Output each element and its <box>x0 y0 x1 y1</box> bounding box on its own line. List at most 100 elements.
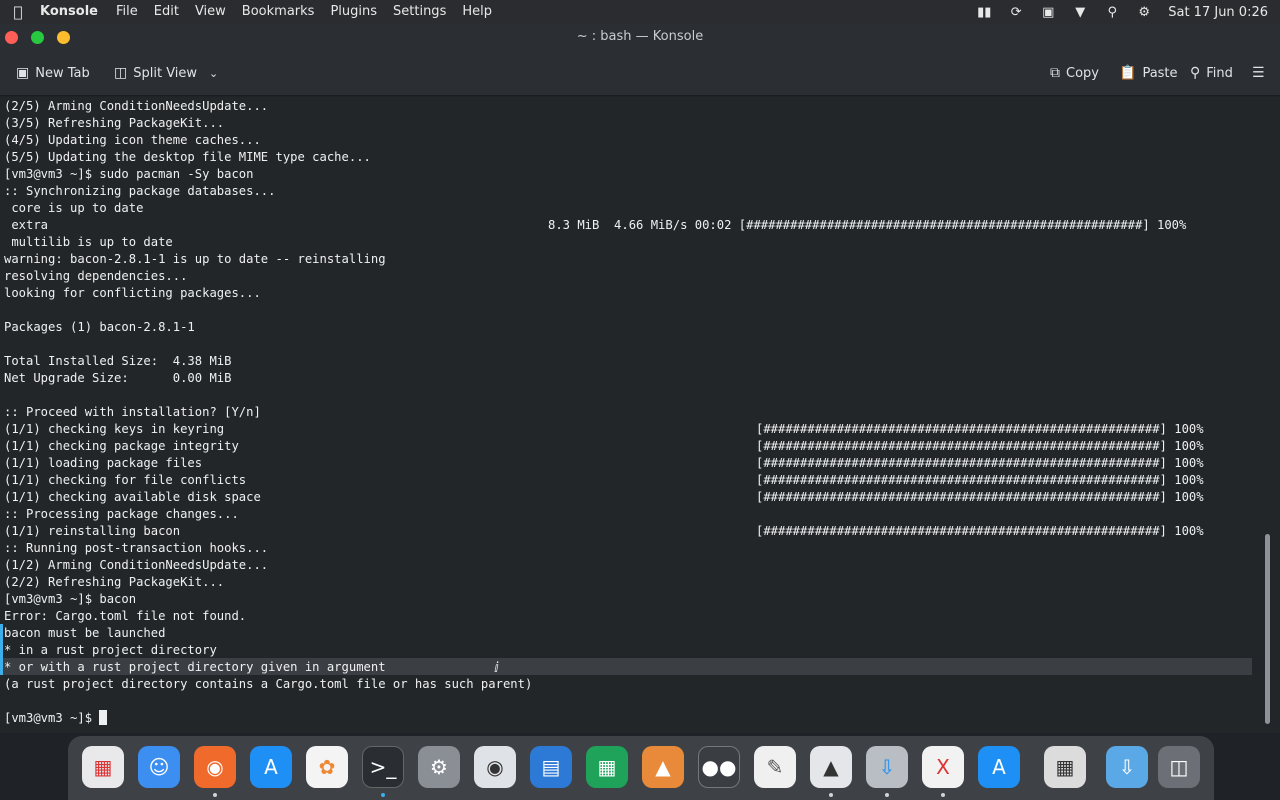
calc-spreadsheet-icon[interactable]: ▦ <box>586 746 628 788</box>
menu-help[interactable]: Help <box>454 0 500 24</box>
image-viewer-icon[interactable]: ▲ <box>642 746 684 788</box>
text-editor-icon[interactable]: ✎ <box>754 746 796 788</box>
menu-bookmarks[interactable]: Bookmarks <box>234 0 323 24</box>
progress-bar: [#######################################… <box>756 473 1204 487</box>
terminal-line: bacon must be launched <box>4 625 165 642</box>
system-settings-icon[interactable]: ⚙ <box>418 746 460 788</box>
search-icon: ⚲ <box>1190 65 1201 81</box>
terminal-line: resolving dependencies... <box>4 268 187 285</box>
finder-icon[interactable]: ☺ <box>138 746 180 788</box>
firefox-icon[interactable]: ◉ <box>194 746 236 788</box>
photos-icon[interactable]: ✿ <box>306 746 348 788</box>
calculator-icon[interactable]: ▦ <box>1044 746 1086 788</box>
terminal-line: [vm3@vm3 ~]$ <box>4 710 108 727</box>
terminal-line: Error: Cargo.toml file not found. <box>4 608 246 625</box>
window-titlebar[interactable]: ~ : bash — Konsole <box>0 24 1280 50</box>
trash-icon[interactable]: ◫ <box>1158 746 1200 788</box>
terminal-line: [vm3@vm3 ~]$ bacon <box>4 591 136 608</box>
split-view-button[interactable]: ◫ Split View ⌄ <box>114 62 218 84</box>
menu-plugins[interactable]: Plugins <box>322 0 385 24</box>
app-store-icon[interactable]: A <box>250 746 292 788</box>
writer-icon[interactable]: ▤ <box>530 746 572 788</box>
terminal-icon[interactable]: >_ <box>362 746 404 788</box>
xquartz-icon[interactable]: X <box>922 746 964 788</box>
new-tab-button[interactable]: ▣ New Tab <box>16 62 90 84</box>
disk-installer-icon[interactable]: ⇩ <box>866 746 908 788</box>
terminal-line-text: (1/1) checking available disk space <box>4 490 261 504</box>
terminal-line-text: :: Proceed with installation? [Y/n] <box>4 405 261 419</box>
search-icon[interactable]: ⚲ <box>1096 5 1128 20</box>
running-indicator <box>213 793 217 797</box>
running-indicator <box>885 793 889 797</box>
launchpad-icon[interactable]: ▦ <box>82 746 124 788</box>
split-view-icon: ◫ <box>114 65 128 81</box>
terminal-line-text: [vm3@vm3 ~]$ sudo pacman -Sy bacon <box>4 167 254 181</box>
terminal-line: Net Upgrade Size: 0.00 MiB <box>4 370 231 387</box>
terminal-line-text: Total Installed Size: 4.38 MiB <box>4 354 232 368</box>
progress-bar: [#######################################… <box>756 456 1204 470</box>
progress-bar: [#######################################… <box>756 439 1204 453</box>
terminal-line-text: [vm3@vm3 ~]$ <box>4 711 100 725</box>
terminal-line: (5/5) Updating the desktop file MIME typ… <box>4 149 371 166</box>
window-title: ~ : bash — Konsole <box>576 29 704 44</box>
find-button[interactable]: ⚲ Find <box>1190 62 1233 84</box>
utility-compass-icon[interactable]: ▲ <box>810 746 852 788</box>
terminal-line: (2/2) Refreshing PackageKit... <box>4 574 224 591</box>
paste-button[interactable]: 📋 Paste <box>1119 62 1178 84</box>
downloads-folder-icon[interactable]: ⇩ <box>1106 746 1148 788</box>
terminal-line-text: (3/5) Refreshing PackageKit... <box>4 116 225 130</box>
terminal-line-text: Packages (1) bacon-2.8.1-1 <box>4 320 195 334</box>
terminal-line-text: :: Running post-transaction hooks... <box>4 541 269 555</box>
new-tab-label: New Tab <box>35 65 90 81</box>
terminal-line-text: (1/1) checking for file conflicts <box>4 473 247 487</box>
terminal-line-text: core is up to date <box>4 201 144 215</box>
terminal-view[interactable]: (2/5) Arming ConditionNeedsUpdate... (3/5… <box>0 97 1280 733</box>
menubar-clock[interactable]: Sat 17 Jun 0:26 <box>1160 5 1280 20</box>
menu-file[interactable]: File <box>108 0 146 24</box>
terminal-line-text: :: Processing package changes... <box>4 507 239 521</box>
terminal-line-text: :: Synchronizing package databases... <box>4 184 276 198</box>
progress-bar: [#######################################… <box>756 490 1204 504</box>
display-icon[interactable]: ▣ <box>1032 5 1064 20</box>
cassette-player-icon[interactable]: ●● <box>698 746 740 788</box>
toolbar: ▣ New Tab ◫ Split View ⌄ ⧉ Copy 📋 Paste … <box>0 50 1280 96</box>
terminal-line-text: resolving dependencies... <box>4 269 188 283</box>
apple-icon[interactable]:  <box>0 3 36 21</box>
terminal-line: (1/1) checking available disk space [####… <box>4 489 1204 506</box>
terminal-scrollbar[interactable] <box>1262 97 1272 733</box>
new-tab-icon: ▣ <box>16 65 30 81</box>
terminal-line: warning: bacon-2.8.1-1 is up to date -- … <box>4 251 386 268</box>
ibeam-cursor-icon: ⅈ <box>494 660 499 676</box>
terminal-line-text: (5/5) Updating the desktop file MIME typ… <box>4 150 371 164</box>
terminal-line: Packages (1) bacon-2.8.1-1 <box>4 319 195 336</box>
terminal-line-text: (1/1) checking package integrity <box>4 439 239 453</box>
copy-icon: ⧉ <box>1050 65 1060 81</box>
sync-icon[interactable]: ⟳ <box>1000 5 1032 20</box>
app-store-icon[interactable]: A <box>978 746 1020 788</box>
copy-button[interactable]: ⧉ Copy <box>1050 62 1099 84</box>
terminal-line: (1/1) checking keys in keyring [#########… <box>4 421 1204 438</box>
paste-icon: 📋 <box>1119 65 1137 81</box>
menu-view[interactable]: View <box>187 0 234 24</box>
terminal-line-text: (4/5) Updating icon theme caches... <box>4 133 261 147</box>
terminal-line: :: Running post-transaction hooks... <box>4 540 268 557</box>
terminal-line-text: * or with a rust project directory given… <box>4 660 386 674</box>
terminal-line: (1/1) checking for file conflicts [######… <box>4 472 1204 489</box>
screenshot-icon[interactable]: ◉ <box>474 746 516 788</box>
terminal-line: (1/1) loading package files [############… <box>4 455 1204 472</box>
battery-icon[interactable]: ▮▮ <box>968 5 1000 20</box>
control-center-icon[interactable]: ⚙ <box>1128 5 1160 20</box>
terminal-line: looking for conflicting packages... <box>4 285 261 302</box>
progress-bar: [#######################################… <box>756 524 1204 538</box>
terminal-line: (3/5) Refreshing PackageKit... <box>4 115 224 132</box>
terminal-line-text: (2/5) Arming ConditionNeedsUpdate... <box>4 99 269 113</box>
chevron-down-icon[interactable]: ▼ <box>1064 5 1096 20</box>
menu-edit[interactable]: Edit <box>146 0 187 24</box>
menu-app-name[interactable]: Konsole <box>36 0 108 24</box>
scrollbar-thumb[interactable] <box>1265 534 1270 724</box>
hamburger-icon: ☰ <box>1252 65 1265 81</box>
hamburger-menu-button[interactable]: ☰ <box>1252 62 1265 84</box>
menu-settings[interactable]: Settings <box>385 0 454 24</box>
terminal-line-text: (1/1) loading package files <box>4 456 203 470</box>
running-indicator <box>829 793 833 797</box>
